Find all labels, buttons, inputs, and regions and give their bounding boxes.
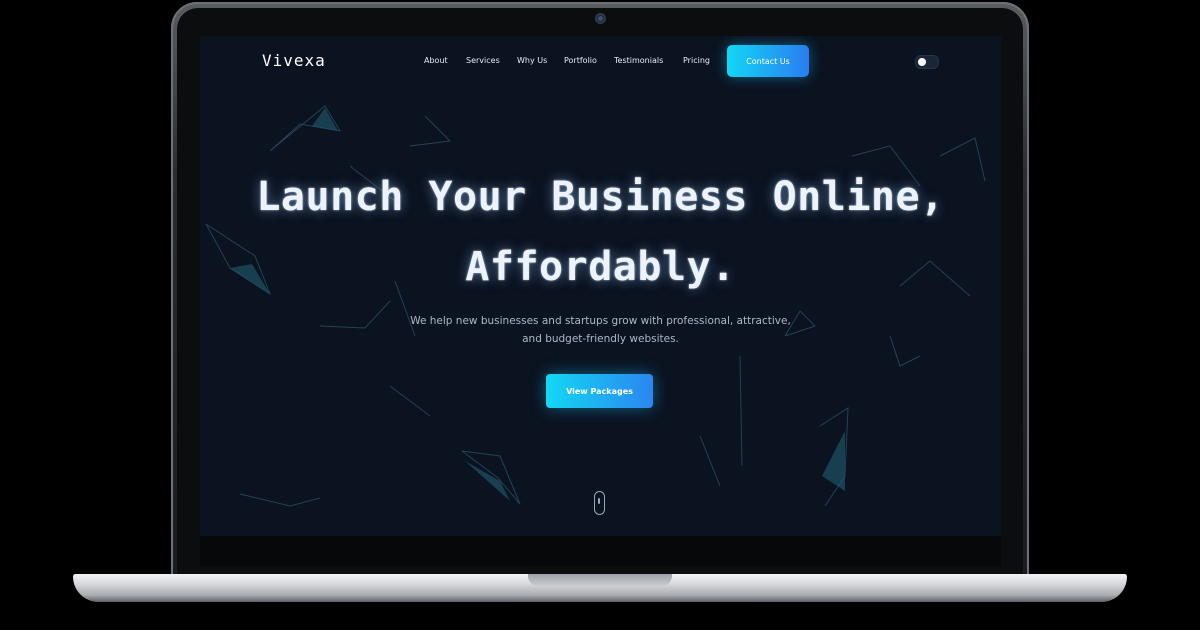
nav-link-pricing[interactable]: Pricing [683, 56, 710, 65]
hero-subtitle: We help new businesses and startups grow… [410, 315, 791, 345]
hero-title-line-1: Launch Your Business Online, [256, 174, 945, 220]
website-screen: Vivexa About Services Why Us Portfolio T… [200, 36, 1001, 536]
hero-title-line-2: Affordably. [465, 244, 736, 290]
nav-link-about[interactable]: About [424, 56, 448, 65]
view-packages-button[interactable]: View Packages [546, 374, 653, 408]
theme-toggle[interactable] [915, 55, 939, 69]
mouse-scroll-icon[interactable] [594, 491, 605, 515]
laptop-opening-notch [528, 574, 672, 586]
toggle-knob [918, 58, 926, 66]
main-nav: About Services Why Us Portfolio Testimon… [200, 56, 1001, 70]
nav-link-why-us[interactable]: Why Us [517, 56, 547, 65]
nav-link-services[interactable]: Services [466, 56, 500, 65]
nav-link-testimonials[interactable]: Testimonials [614, 56, 663, 65]
screen-bottom-bezel [200, 536, 1001, 566]
nav-link-portfolio[interactable]: Portfolio [564, 56, 597, 65]
webcam-icon [595, 13, 606, 24]
contact-us-button[interactable]: Contact Us [727, 45, 809, 77]
scroll-wheel [598, 498, 600, 504]
